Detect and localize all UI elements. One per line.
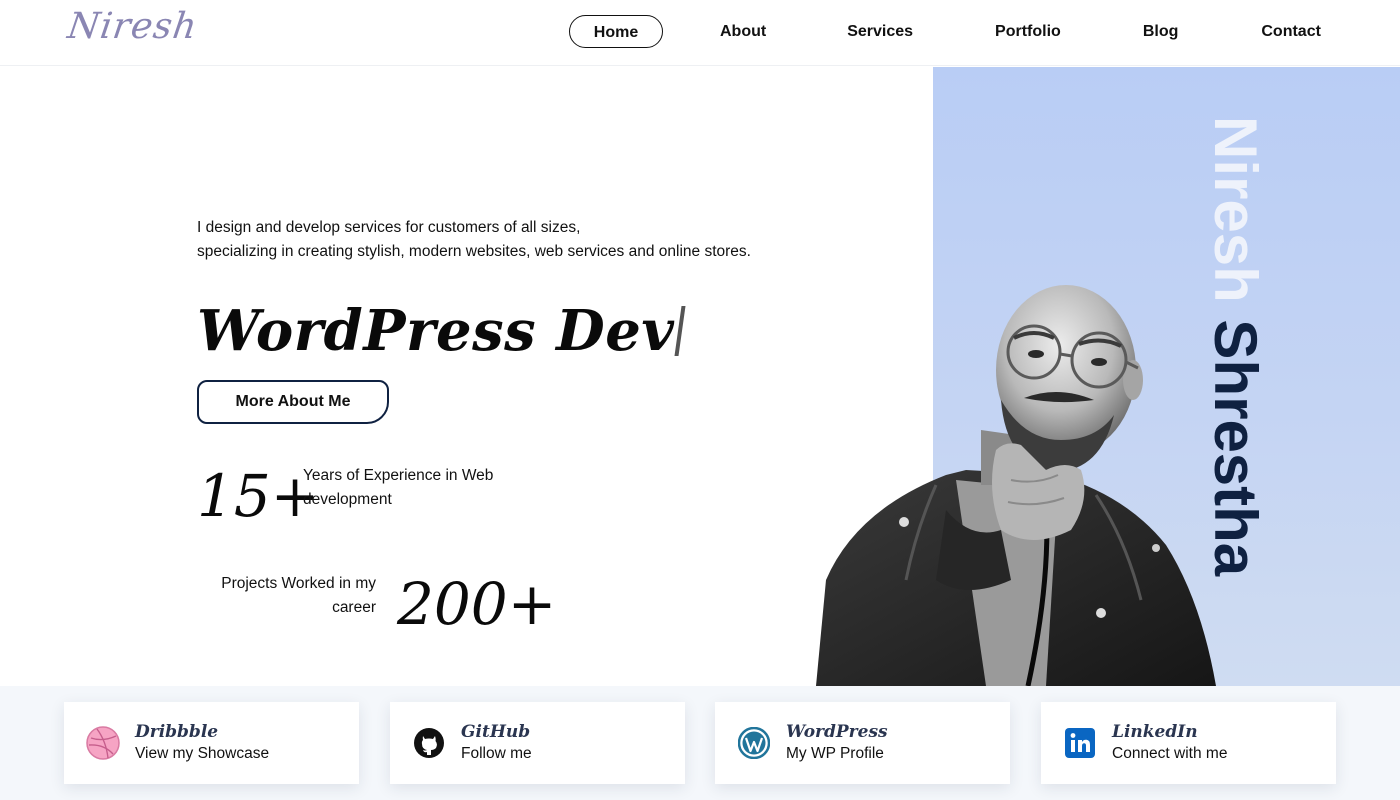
experience-years-label: Years of Experience in Web development <box>303 467 494 508</box>
dribbble-card[interactable]: Dribbble View my Showcase <box>64 702 359 784</box>
projects-count-number: 200+ <box>397 570 557 638</box>
intro-line-1: I design and develop services for custom… <box>197 219 581 236</box>
experience-years-number: 15+ <box>197 462 320 530</box>
nav-services-link[interactable]: Services <box>847 15 913 48</box>
main-nav: Home About Services Portfolio Blog Conta… <box>569 15 1321 48</box>
role-text: WordPress Dev <box>197 298 675 364</box>
wordpress-card[interactable]: WordPress My WP Profile <box>715 702 1010 784</box>
more-about-me-button[interactable]: More About Me <box>197 380 389 424</box>
github-title: GitHub <box>461 722 531 742</box>
role-typing-heading: WordPress Dev <box>197 298 686 364</box>
hero-intro-text: I design and develop services for custom… <box>197 216 751 264</box>
github-card[interactable]: GitHub Follow me <box>390 702 685 784</box>
nav-home-link[interactable]: Home <box>569 15 663 48</box>
github-card-text: GitHub Follow me <box>461 721 532 765</box>
linkedin-subtitle: Connect with me <box>1112 745 1228 762</box>
wordpress-icon <box>737 726 771 760</box>
linkedin-card[interactable]: LinkedIn Connect with me <box>1041 702 1336 784</box>
github-icon <box>412 726 446 760</box>
nav-portfolio-link[interactable]: Portfolio <box>995 15 1061 48</box>
site-header: Niresh Home About Services Portfolio Blo… <box>0 0 1400 66</box>
dribbble-subtitle: View my Showcase <box>135 745 270 762</box>
wordpress-subtitle: My WP Profile <box>786 745 884 762</box>
typing-cursor <box>674 306 686 356</box>
nav-blog-link[interactable]: Blog <box>1143 15 1179 48</box>
name-first: Niresh <box>1202 116 1269 303</box>
nav-contact-link[interactable]: Contact <box>1261 15 1321 48</box>
dribbble-card-text: Dribbble View my Showcase <box>135 721 269 765</box>
linkedin-card-text: LinkedIn Connect with me <box>1112 721 1227 765</box>
wordpress-title: WordPress <box>786 722 888 742</box>
social-links-bar: Dribbble View my Showcase GitHub Follow … <box>0 686 1400 800</box>
nav-about-link[interactable]: About <box>720 15 766 48</box>
projects-count-label: Projects Worked in my career <box>221 575 376 616</box>
site-logo[interactable]: Niresh <box>65 6 200 47</box>
wordpress-card-text: WordPress My WP Profile <box>786 721 888 765</box>
linkedin-icon <box>1063 726 1097 760</box>
github-subtitle: Follow me <box>461 745 532 762</box>
dribbble-title: Dribbble <box>135 722 219 742</box>
linkedin-title: LinkedIn <box>1112 722 1198 742</box>
dribbble-icon <box>86 726 120 760</box>
intro-line-2: specializing in creating stylish, modern… <box>197 243 751 260</box>
portrait-photo <box>816 285 1216 686</box>
